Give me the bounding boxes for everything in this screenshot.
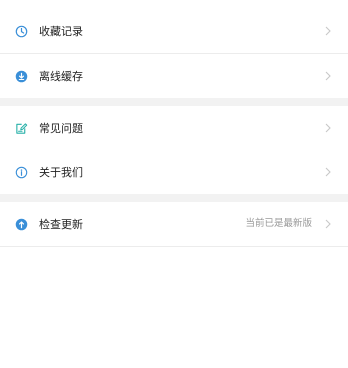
settings-page: 收藏记录 离线缓存 常见问题 关于我们 检查更新 当前已是最新版 xyxy=(0,9,348,368)
version-status-text: 当前已是最新版 xyxy=(245,218,312,230)
clock-icon xyxy=(14,24,28,38)
menu-group-help: 常见问题 关于我们 xyxy=(0,106,348,194)
menu-group-update: 检查更新 当前已是最新版 xyxy=(0,202,348,247)
menu-item-check-update[interactable]: 检查更新 当前已是最新版 xyxy=(0,202,348,246)
chevron-right-icon xyxy=(324,123,332,133)
info-circle-icon xyxy=(14,165,28,179)
chevron-right-icon xyxy=(324,167,332,177)
menu-item-label: 关于我们 xyxy=(39,165,83,179)
chevron-right-icon xyxy=(324,219,332,229)
edit-document-icon xyxy=(14,121,28,135)
section-separator xyxy=(0,98,348,106)
menu-item-label: 离线缓存 xyxy=(39,69,83,83)
menu-item-label: 检查更新 xyxy=(39,217,83,231)
menu-item-label: 常见问题 xyxy=(39,121,83,135)
menu-item-label: 收藏记录 xyxy=(39,24,83,38)
menu-item-about-us[interactable]: 关于我们 xyxy=(0,150,348,194)
divider xyxy=(0,246,348,247)
menu-group-history: 收藏记录 离线缓存 xyxy=(0,9,348,98)
download-circle-icon xyxy=(14,69,28,83)
section-separator xyxy=(0,194,348,202)
upload-circle-icon xyxy=(14,217,28,231)
chevron-right-icon xyxy=(324,71,332,81)
menu-item-offline-cache[interactable]: 离线缓存 xyxy=(0,54,348,98)
chevron-right-icon xyxy=(324,26,332,36)
menu-item-faq[interactable]: 常见问题 xyxy=(0,106,348,150)
menu-item-favorites[interactable]: 收藏记录 xyxy=(0,9,348,53)
